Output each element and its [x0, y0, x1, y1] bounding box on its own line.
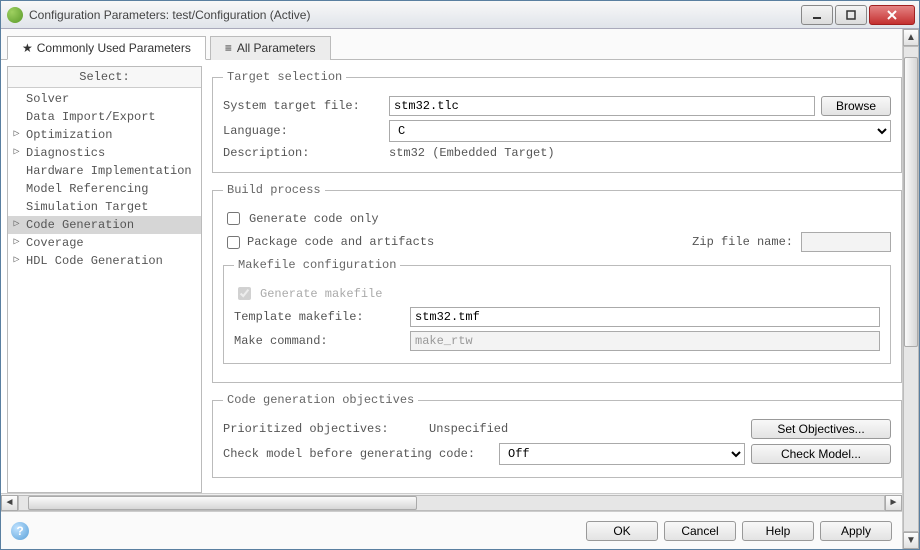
horizontal-scrollbar[interactable]: ◄ ► — [1, 493, 902, 511]
apply-button[interactable]: Apply — [820, 521, 892, 541]
help-icon[interactable]: ? — [11, 522, 29, 540]
footer: ? OK Cancel Help Apply — [1, 511, 902, 549]
check-model-button[interactable]: Check Model... — [751, 444, 891, 464]
check-model-label: Check model before generating code: — [223, 447, 493, 461]
template-makefile-label: Template makefile: — [234, 310, 404, 324]
close-button[interactable] — [869, 5, 915, 25]
prioritized-value: Unspecified — [429, 422, 508, 436]
sidebar-item-solver[interactable]: Solver — [8, 90, 201, 108]
sidebar: Select: Solver Data Import/Export ▷ Optimiz… — [7, 66, 202, 493]
check-model-select[interactable]: Off — [499, 443, 745, 465]
sidebar-item-label: Coverage — [26, 236, 84, 250]
help-button[interactable]: Help — [742, 521, 814, 541]
group-legend: Target selection — [223, 70, 346, 84]
target-selection-group: Target selection System target file: Bro… — [212, 70, 902, 173]
makefile-config-group: Makefile configuration Generate makefile… — [223, 258, 891, 364]
window-title: Configuration Parameters: test/Configura… — [29, 8, 799, 22]
sidebar-header: Select: — [8, 67, 201, 88]
expander-icon[interactable]: ▷ — [12, 255, 21, 264]
tab-commonly-used[interactable]: ★ Commonly Used Parameters — [7, 36, 206, 60]
description-label: Description: — [223, 146, 383, 160]
sidebar-item-simulation-target[interactable]: Simulation Target — [8, 198, 201, 216]
package-code-label: Package code and artifacts — [247, 235, 434, 249]
language-label: Language: — [223, 124, 383, 138]
expander-icon[interactable]: ▷ — [12, 219, 21, 228]
tabs-row: ★ Commonly Used Parameters ≡ All Parameter… — [1, 29, 902, 60]
expander-icon[interactable]: ▷ — [12, 237, 21, 246]
vertical-scrollbar[interactable]: ▲ ▼ — [902, 29, 919, 549]
tab-all-parameters[interactable]: ≡ All Parameters — [210, 36, 331, 60]
generate-code-only-checkbox[interactable] — [227, 212, 240, 225]
make-command-label: Make command: — [234, 334, 404, 348]
scroll-thumb[interactable] — [28, 496, 417, 510]
sidebar-item-label: Simulation Target — [26, 200, 148, 214]
scroll-up-icon[interactable]: ▲ — [903, 29, 919, 46]
app-icon — [7, 7, 23, 23]
window-controls — [799, 5, 915, 25]
package-code-checkbox[interactable] — [227, 236, 240, 249]
zip-file-input — [801, 232, 891, 252]
maximize-button[interactable] — [835, 5, 867, 25]
sidebar-item-label: Data Import/Export — [26, 110, 156, 124]
titlebar: Configuration Parameters: test/Configura… — [1, 1, 919, 29]
language-select[interactable]: C — [389, 120, 891, 142]
sidebar-item-diagnostics[interactable]: ▷ Diagnostics — [8, 144, 201, 162]
browse-button[interactable]: Browse — [821, 96, 891, 116]
main-panel: Target selection System target file: Bro… — [202, 66, 902, 493]
sidebar-item-label: Hardware Implementation — [26, 164, 192, 178]
expander-icon[interactable]: ▷ — [12, 147, 21, 156]
generate-makefile-label: Generate makefile — [260, 287, 382, 301]
sidebar-item-label: HDL Code Generation — [26, 254, 163, 268]
objectives-group: Code generation objectives Prioritized o… — [212, 393, 902, 478]
sidebar-item-code-generation[interactable]: ▷ Code Generation — [8, 216, 201, 234]
scroll-down-icon[interactable]: ▼ — [903, 532, 919, 549]
window-frame: Configuration Parameters: test/Configura… — [0, 0, 920, 550]
scroll-left-icon[interactable]: ◄ — [1, 495, 18, 511]
sidebar-item-model-referencing[interactable]: Model Referencing — [8, 180, 201, 198]
template-makefile-input[interactable] — [410, 307, 880, 327]
tab-label: All Parameters — [237, 41, 316, 55]
sidebar-item-coverage[interactable]: ▷ Coverage — [8, 234, 201, 252]
scroll-track[interactable] — [18, 495, 885, 511]
scroll-thumb[interactable] — [904, 57, 918, 347]
sidebar-item-data-import-export[interactable]: Data Import/Export — [8, 108, 201, 126]
star-icon: ★ — [22, 41, 33, 55]
sidebar-item-label: Solver — [26, 92, 69, 106]
system-target-file-label: System target file: — [223, 99, 383, 113]
content-area: ★ Commonly Used Parameters ≡ All Parameter… — [1, 29, 919, 549]
generate-code-only-label: Generate code only — [249, 212, 379, 226]
build-process-group: Build process Generate code only Package… — [212, 183, 902, 383]
expander-icon[interactable]: ▷ — [12, 129, 21, 138]
body-row: Select: Solver Data Import/Export ▷ Optimiz… — [1, 60, 902, 493]
scroll-track[interactable] — [903, 46, 919, 532]
minimize-button[interactable] — [801, 5, 833, 25]
list-icon: ≡ — [225, 41, 231, 55]
sidebar-item-label: Optimization — [26, 128, 112, 142]
scroll-right-icon[interactable]: ► — [885, 495, 902, 511]
generate-makefile-checkbox — [238, 287, 251, 300]
group-legend: Makefile configuration — [234, 258, 400, 272]
description-value: stm32 (Embedded Target) — [389, 146, 555, 160]
cancel-button[interactable]: Cancel — [664, 521, 736, 541]
sidebar-item-label: Code Generation — [26, 218, 134, 232]
zip-file-label: Zip file name: — [692, 235, 793, 249]
group-legend: Build process — [223, 183, 325, 197]
sidebar-item-label: Diagnostics — [26, 146, 105, 160]
system-target-file-input[interactable] — [389, 96, 815, 116]
set-objectives-button[interactable]: Set Objectives... — [751, 419, 891, 439]
prioritized-label: Prioritized objectives: — [223, 422, 423, 436]
make-command-input — [410, 331, 880, 351]
sidebar-item-hdl-code-generation[interactable]: ▷ HDL Code Generation — [8, 252, 201, 270]
sidebar-item-optimization[interactable]: ▷ Optimization — [8, 126, 201, 144]
sidebar-item-label: Model Referencing — [26, 182, 148, 196]
group-legend: Code generation objectives — [223, 393, 418, 407]
tab-label: Commonly Used Parameters — [37, 41, 191, 55]
ok-button[interactable]: OK — [586, 521, 658, 541]
sidebar-item-hardware-implementation[interactable]: Hardware Implementation — [8, 162, 201, 180]
category-tree[interactable]: Solver Data Import/Export ▷ Optimization ▷ Di… — [8, 88, 201, 492]
